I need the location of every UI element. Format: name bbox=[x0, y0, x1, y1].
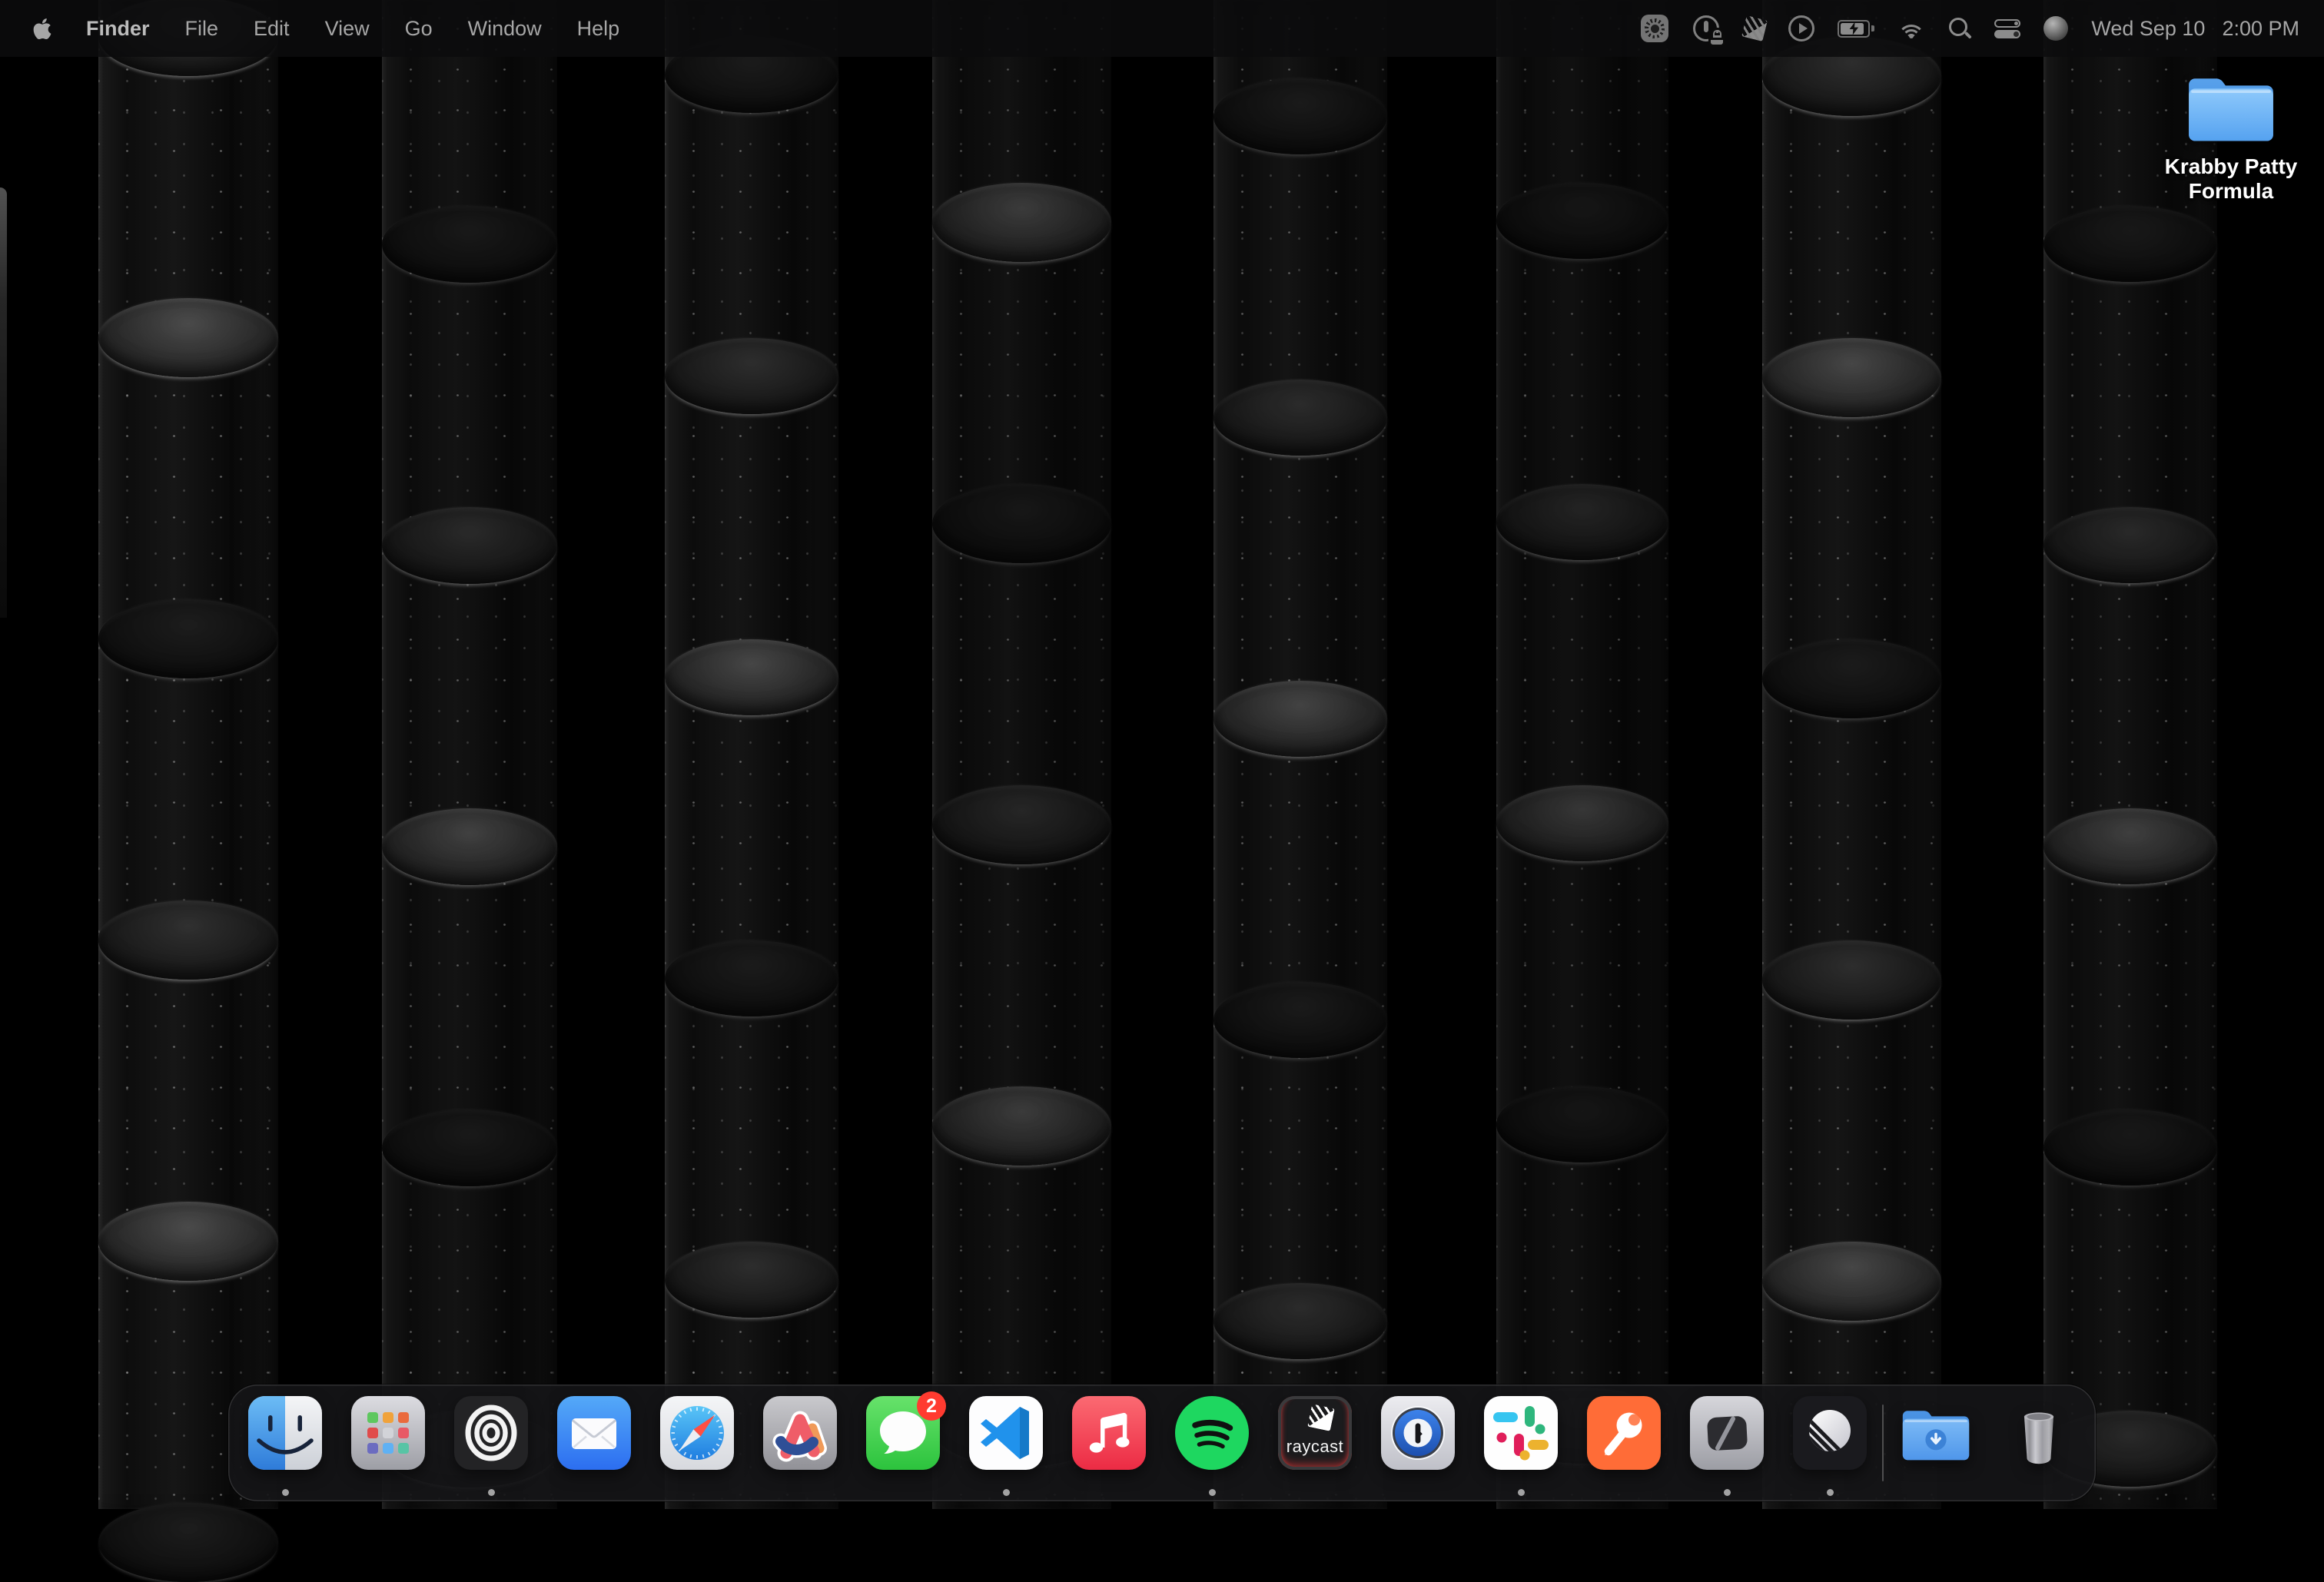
postman-icon bbox=[1587, 1396, 1661, 1470]
control-center-icon[interactable] bbox=[1994, 19, 2020, 38]
dock-folders bbox=[1899, 1385, 2076, 1501]
desktop-folder-krabby-patty-formula[interactable]: Krabby Patty Formula bbox=[2160, 69, 2302, 204]
dock-app-spotify[interactable] bbox=[1175, 1385, 1249, 1501]
wallpaper-edge-cylinder bbox=[0, 187, 7, 618]
folder-icon bbox=[2184, 69, 2278, 148]
linear-icon bbox=[1793, 1396, 1867, 1470]
raycast-icon-label: raycast bbox=[1278, 1437, 1352, 1457]
wallpaper-cylinder-column bbox=[665, 0, 838, 1509]
now-playing-icon[interactable] bbox=[1788, 15, 1814, 41]
trash-icon bbox=[2002, 1396, 2076, 1470]
dock-downloads[interactable] bbox=[1899, 1385, 1973, 1501]
wallpaper-cylinder-column bbox=[1762, 0, 1941, 1509]
wallpaper-cylinder-column bbox=[2043, 0, 2217, 1509]
dock-app-messages[interactable]: 2 bbox=[866, 1385, 940, 1501]
arc-icon bbox=[763, 1396, 837, 1470]
clock-date: Wed Sep 10 bbox=[2091, 17, 2205, 41]
dock-app-safari[interactable] bbox=[660, 1385, 734, 1501]
dock-app-launchpad[interactable] bbox=[351, 1385, 425, 1501]
onepassword-icon bbox=[1381, 1396, 1455, 1470]
dock-app-postman[interactable] bbox=[1587, 1385, 1661, 1501]
running-indicator bbox=[1518, 1489, 1525, 1496]
dock-app-bullseye[interactable] bbox=[454, 1385, 528, 1501]
running-indicator bbox=[1209, 1489, 1216, 1496]
dock-app-linear[interactable] bbox=[1793, 1385, 1867, 1501]
mail-icon bbox=[557, 1396, 631, 1470]
running-indicator bbox=[282, 1489, 289, 1496]
dock-app-mail[interactable] bbox=[557, 1385, 631, 1501]
dock-app-vscode[interactable] bbox=[969, 1385, 1043, 1501]
apple-logo-icon bbox=[32, 17, 52, 41]
dock-app-raycast[interactable]: raycast bbox=[1278, 1385, 1352, 1501]
menu-go[interactable]: Go bbox=[405, 17, 433, 41]
menu-finder[interactable]: Finder bbox=[86, 17, 150, 41]
apple-menu[interactable] bbox=[32, 17, 52, 41]
spotlight-search-icon[interactable] bbox=[1948, 17, 1971, 40]
menu-help[interactable]: Help bbox=[577, 17, 620, 41]
vscode-icon bbox=[969, 1396, 1043, 1470]
music-icon bbox=[1072, 1396, 1146, 1470]
notification-badge: 2 bbox=[917, 1391, 946, 1421]
dock-app-music[interactable] bbox=[1072, 1385, 1146, 1501]
desktop-folder-label: Krabby Patty Formula bbox=[2160, 154, 2302, 204]
dock-apps: 2 raycast bbox=[248, 1385, 1867, 1501]
finder-icon bbox=[248, 1396, 322, 1470]
battery-charging-icon[interactable] bbox=[1838, 20, 1874, 38]
ghostty-icon bbox=[1690, 1396, 1764, 1470]
dock-app-arc[interactable] bbox=[763, 1385, 837, 1501]
menu-edit[interactable]: Edit bbox=[254, 17, 290, 41]
focus-lock-icon[interactable] bbox=[1692, 14, 1721, 43]
messages-icon: 2 bbox=[866, 1396, 940, 1470]
dock-app-slack[interactable] bbox=[1484, 1385, 1558, 1501]
running-indicator bbox=[1827, 1489, 1834, 1496]
wallpaper-cylinder-column bbox=[932, 0, 1111, 1509]
menu-bar-status-area: Wed Sep 10 2:00 PM bbox=[1641, 14, 2299, 43]
bullseye-icon bbox=[454, 1396, 528, 1470]
wallpaper-cylinder-column bbox=[1213, 0, 1387, 1509]
running-indicator bbox=[1724, 1489, 1731, 1496]
dock: 2 raycast bbox=[228, 1385, 2096, 1501]
launchpad-icon bbox=[351, 1396, 425, 1470]
menu-window[interactable]: Window bbox=[468, 17, 542, 41]
clock-time: 2:00 PM bbox=[2222, 17, 2299, 41]
wallpaper-cylinder-column bbox=[98, 0, 278, 1509]
desktop-wallpaper bbox=[0, 0, 2324, 1509]
menu-bar-menus: Finder File Edit View Go Window Help bbox=[86, 17, 619, 41]
downloads-icon bbox=[1899, 1396, 1973, 1470]
siri-orb-icon[interactable] bbox=[2043, 16, 2068, 41]
running-indicator bbox=[488, 1489, 495, 1496]
raycast-icon: raycast bbox=[1278, 1396, 1352, 1470]
safari-icon bbox=[660, 1396, 734, 1470]
running-indicator bbox=[1003, 1489, 1010, 1496]
wifi-icon[interactable] bbox=[1897, 18, 1925, 38]
menu-bar: Finder File Edit View Go Window Help Wed Sep 1… bbox=[0, 0, 2324, 57]
dock-app-finder[interactable] bbox=[248, 1385, 322, 1501]
dock-app-ghostty[interactable] bbox=[1690, 1385, 1764, 1501]
raycast-glyph-icon bbox=[1307, 1404, 1335, 1431]
dock-divider bbox=[1882, 1405, 1884, 1481]
menu-view[interactable]: View bbox=[325, 17, 370, 41]
wallpaper-cylinder-column bbox=[382, 0, 557, 1509]
sunburst-app-icon[interactable] bbox=[1641, 15, 1668, 42]
dock-app-onepassword[interactable] bbox=[1381, 1385, 1455, 1501]
raycast-menu-icon[interactable] bbox=[1741, 15, 1768, 41]
dock-trash[interactable] bbox=[2002, 1385, 2076, 1501]
menu-file[interactable]: File bbox=[185, 17, 219, 41]
menu-bar-clock[interactable]: Wed Sep 10 2:00 PM bbox=[2091, 17, 2299, 41]
spotify-icon bbox=[1175, 1396, 1249, 1470]
wallpaper-cylinder-column bbox=[1496, 0, 1668, 1509]
slack-icon bbox=[1484, 1396, 1558, 1470]
